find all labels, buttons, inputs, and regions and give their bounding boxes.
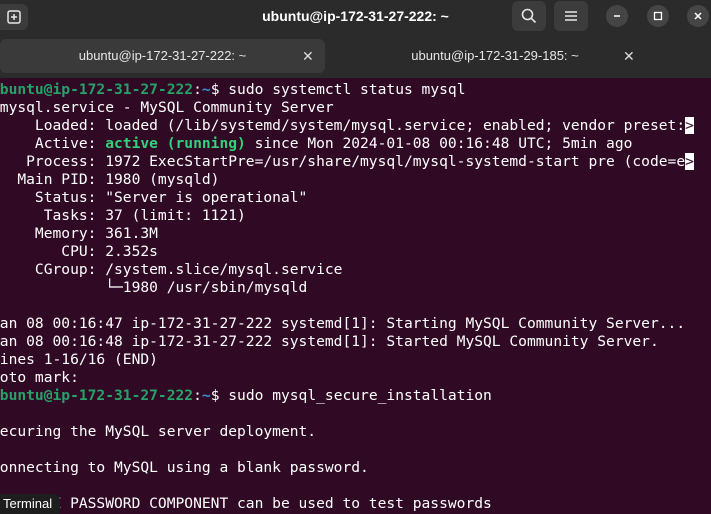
- terminal-output[interactable]: ubuntu@ip-172-31-27-222:~$ sudo systemct…: [0, 81, 711, 514]
- line-text: Tasks: 37 (limit: 1121): [0, 207, 246, 224]
- tab-terminal-2[interactable]: ubuntu@ip-172-31-29-185: ~ ✕: [330, 39, 711, 73]
- terminal-line: Connecting to MySQL using a blank passwo…: [0, 459, 711, 477]
- terminal-line: CGroup: /system.slice/mysql.service: [0, 261, 711, 279]
- terminal-line: Jan 08 00:16:47 ip-172-31-27-222 systemd…: [0, 315, 711, 333]
- command-text: $ sudo mysql_secure_installation: [210, 387, 492, 404]
- status-label: Active:: [0, 135, 106, 152]
- line-text: VALIDATE PASSWORD COMPONENT can be used …: [0, 495, 492, 512]
- terminal-line: CPU: 2.352s: [0, 243, 711, 261]
- line-text: lines 1-16/16 (END): [0, 351, 158, 368]
- truncation-marker: >: [685, 153, 694, 170]
- active-status: active (running): [105, 135, 246, 152]
- terminal-line: Securing the MySQL server deployment.: [0, 423, 711, 441]
- search-icon: [521, 8, 537, 24]
- terminal-line: lines 1-16/16 (END): [0, 351, 711, 369]
- prompt-separator: :: [193, 81, 202, 98]
- window-title: ubuntu@ip-172-31-27-222: ~: [262, 8, 449, 24]
- line-text: Jan 08 00:16:47 ip-172-31-27-222 systemd…: [0, 315, 686, 332]
- menu-button[interactable]: [554, 1, 588, 31]
- maximize-button[interactable]: [647, 5, 669, 27]
- title-bar: ubuntu@ip-172-31-27-222: ~: [0, 0, 711, 34]
- terminal-line: Active: active (running) since Mon 2024-…: [0, 135, 711, 153]
- truncation-marker: >: [685, 117, 694, 134]
- terminal-line: goto mark:: [0, 369, 711, 387]
- terminal-line: Status: "Server is operational": [0, 189, 711, 207]
- terminal-line: Jan 08 00:16:48 ip-172-31-27-222 systemd…: [0, 333, 711, 351]
- status-detail: since Mon 2024-01-08 00:16:48 UTC; 5min …: [245, 135, 633, 152]
- prompt-separator: :: [193, 387, 202, 404]
- tab-label: ubuntu@ip-172-31-27-222: ~: [78, 48, 247, 63]
- prompt-path: ~: [201, 387, 211, 404]
- prompt-path: ~: [201, 81, 211, 98]
- line-text: CPU: 2.352s: [0, 243, 158, 260]
- terminal-line: Tasks: 37 (limit: 1121): [0, 207, 711, 225]
- line-text: Connecting to MySQL using a blank passwo…: [0, 459, 369, 476]
- terminal-line: ubuntu@ip-172-31-27-222:~$ sudo mysql_se…: [0, 387, 711, 405]
- terminal-line: Memory: 361.3M: [0, 225, 711, 243]
- minimize-button[interactable]: [606, 5, 628, 27]
- tab-close-icon[interactable]: ✕: [302, 39, 314, 73]
- search-button[interactable]: [512, 1, 546, 31]
- hamburger-menu-icon: [565, 11, 577, 21]
- close-button[interactable]: [687, 5, 709, 27]
- line-text: Jan 08 00:16:48 ip-172-31-27-222 systemd…: [0, 333, 659, 350]
- terminal-line: ubuntu@ip-172-31-27-222:~$ sudo systemct…: [0, 81, 711, 99]
- terminal-line: └─1980 /usr/sbin/mysqld: [0, 279, 711, 297]
- close-icon: [694, 12, 702, 20]
- command-text: $ sudo systemctl status mysql: [210, 81, 466, 98]
- terminal-line: Main PID: 1980 (mysqld): [0, 171, 711, 189]
- line-text: Status: "Server is operational": [0, 189, 308, 206]
- line-text: mysql.service - MySQL Community Server: [0, 99, 334, 116]
- prompt-user: ubuntu@ip-172-31-27-222: [0, 81, 194, 98]
- maximize-icon: [653, 11, 663, 21]
- terminal-line: VALIDATE PASSWORD COMPONENT can be used …: [0, 495, 711, 513]
- tab-close-icon[interactable]: ✕: [623, 39, 635, 73]
- terminal-line: ●mysql.service - MySQL Community Server: [0, 99, 711, 117]
- terminal-line: Process: 1972 ExecStartPre=/usr/share/my…: [0, 153, 711, 171]
- line-text: Main PID: 1980 (mysqld): [0, 171, 220, 188]
- tab-label: ubuntu@ip-172-31-29-185: ~: [411, 48, 579, 63]
- line-text: CGroup: /system.slice/mysql.service: [0, 261, 343, 278]
- minimize-icon: [614, 15, 620, 17]
- line-text: Memory: 361.3M: [0, 225, 158, 242]
- prompt-user: ubuntu@ip-172-31-27-222: [0, 387, 194, 404]
- line-text: Securing the MySQL server deployment.: [0, 423, 317, 440]
- tab-bar: ubuntu@ip-172-31-27-222: ~ ✕ ubuntu@ip-1…: [0, 34, 711, 78]
- tab-terminal-1[interactable]: ubuntu@ip-172-31-27-222: ~ ✕: [0, 39, 325, 73]
- line-text: Process: 1972 ExecStartPre=/usr/share/my…: [0, 153, 686, 170]
- tooltip: Terminal: [0, 494, 61, 514]
- line-text: goto mark:: [0, 369, 79, 386]
- line-text: Loaded: loaded (/lib/systemd/system/mysq…: [0, 117, 686, 134]
- line-text: └─1980 /usr/sbin/mysqld: [0, 279, 308, 296]
- terminal-line: Loaded: loaded (/lib/systemd/system/mysq…: [0, 117, 711, 135]
